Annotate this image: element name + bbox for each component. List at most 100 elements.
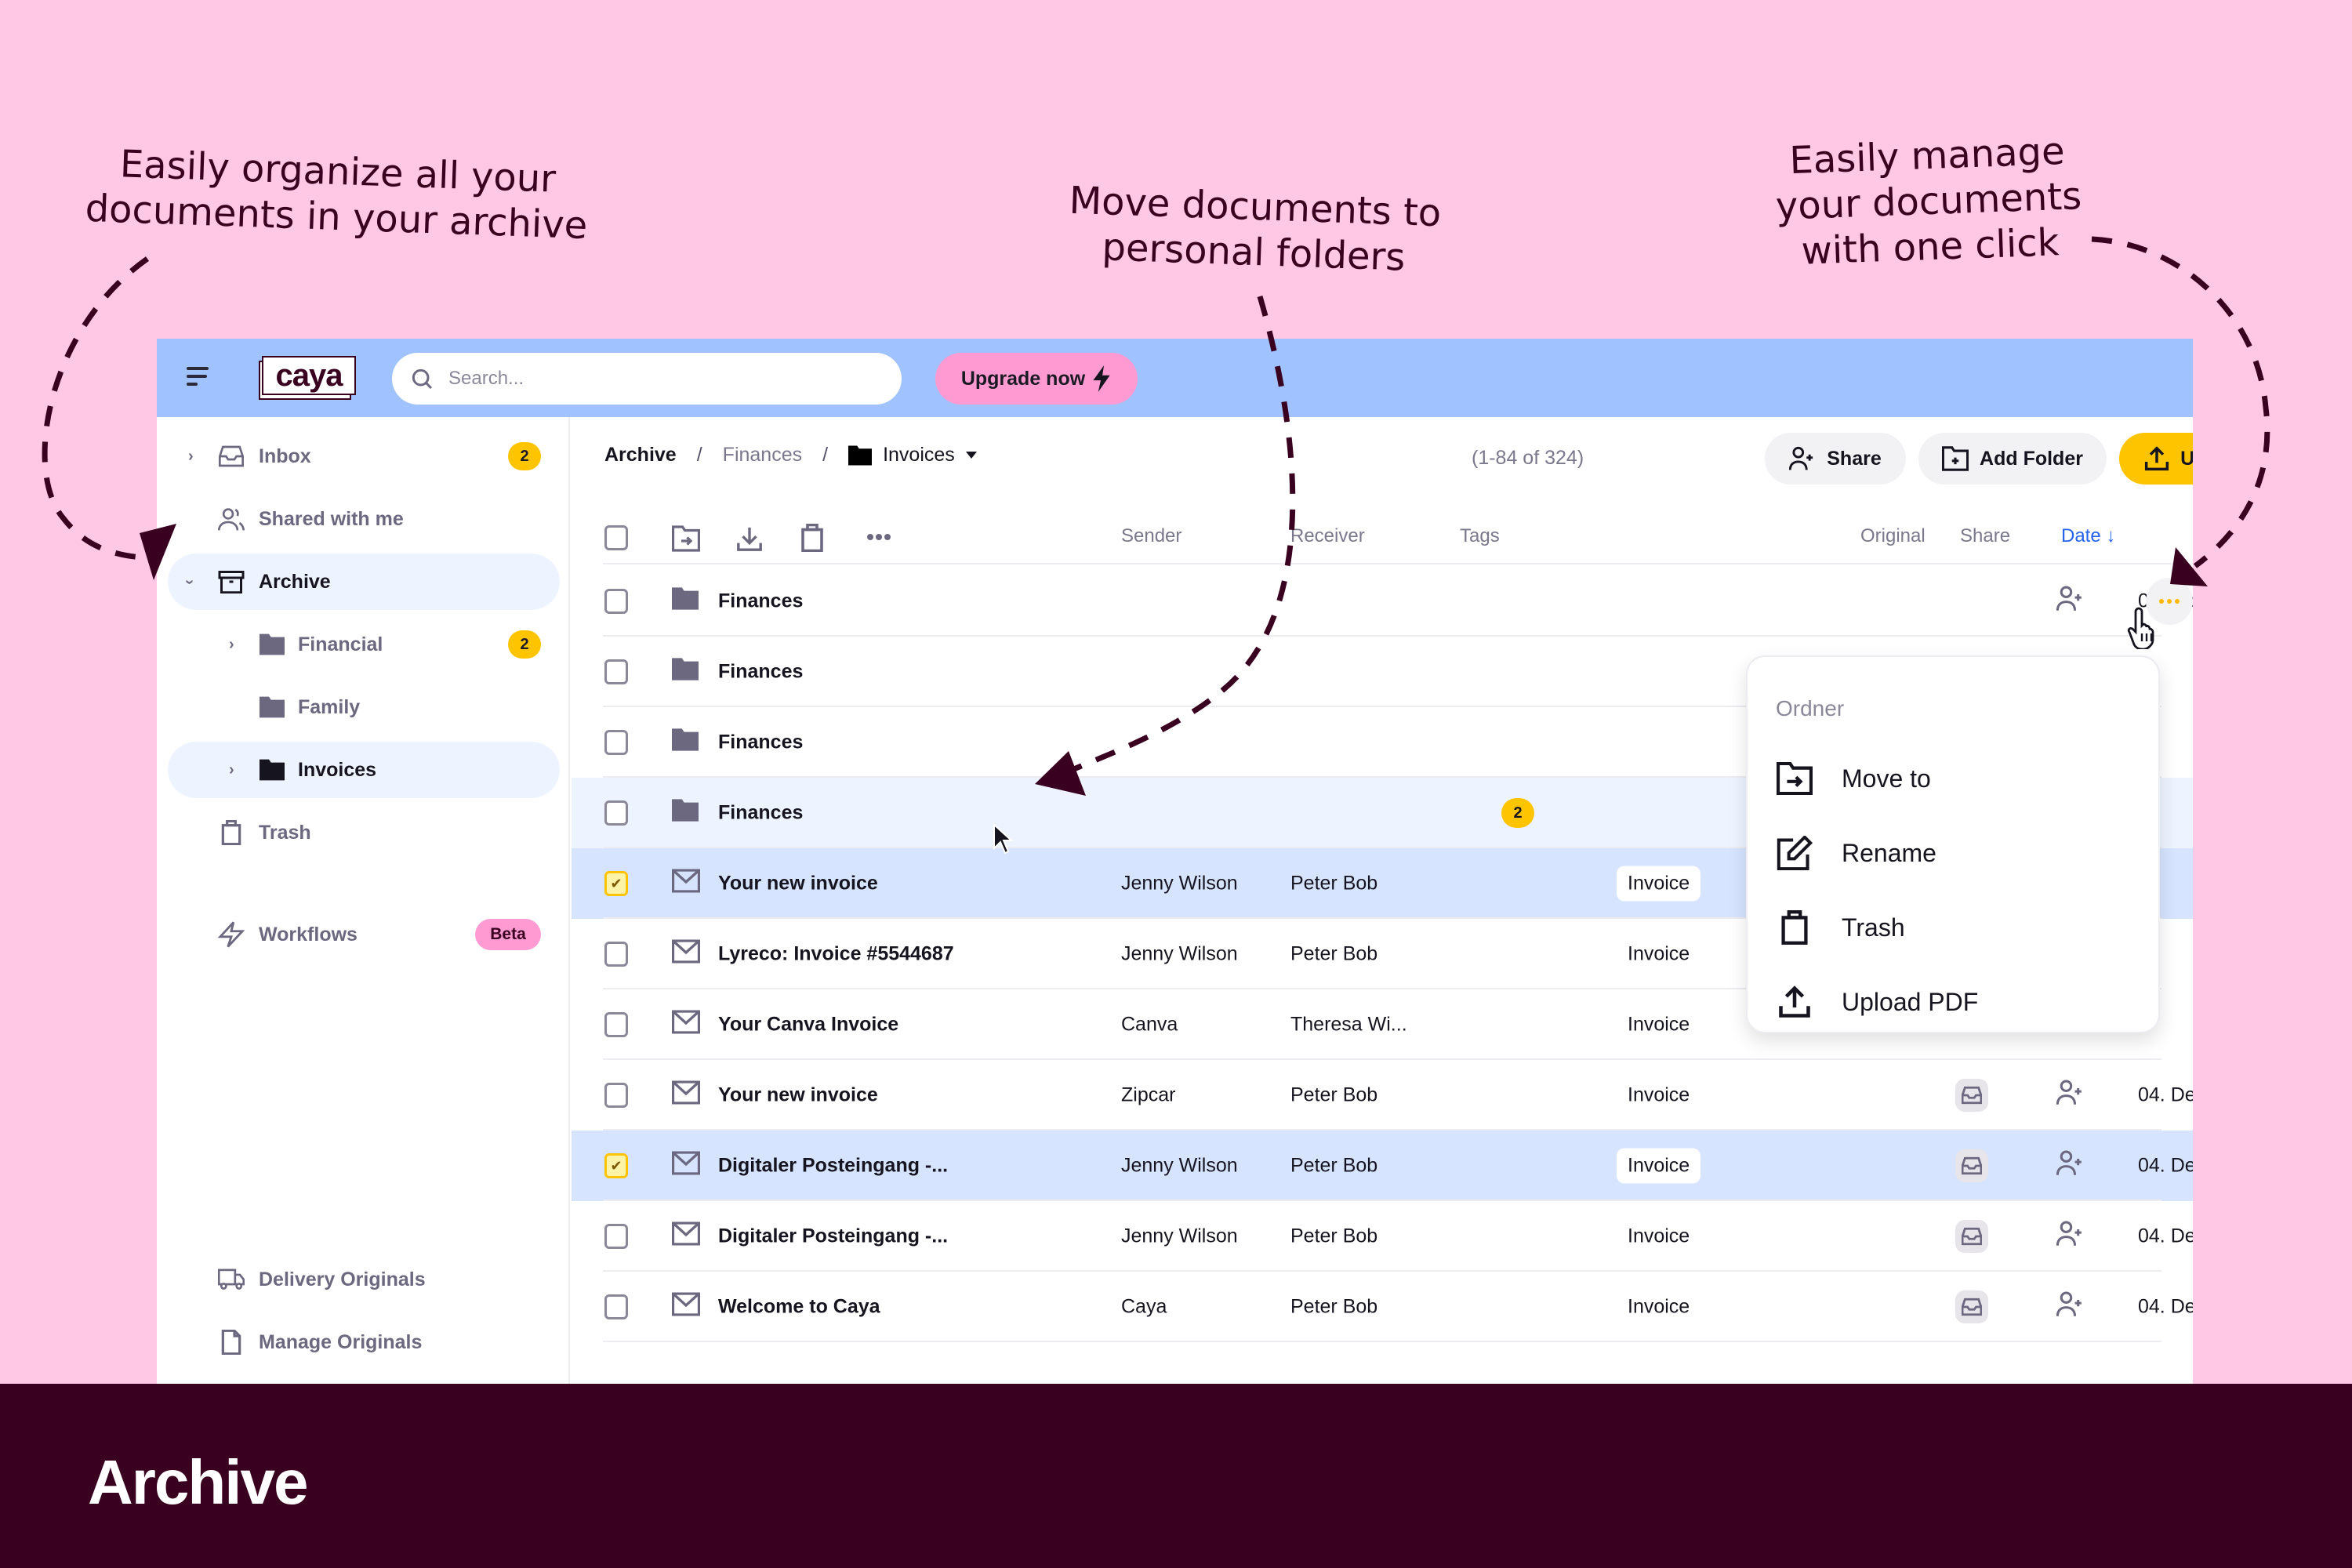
- more-options-icon[interactable]: [866, 533, 891, 541]
- sidebar-item-manage-originals[interactable]: Manage Originals: [168, 1314, 560, 1370]
- share-button[interactable]: Share: [1765, 433, 1906, 485]
- row-name[interactable]: Your new invoice: [718, 873, 878, 895]
- original-inbox-icon[interactable]: [1955, 1290, 1988, 1323]
- more-options-button[interactable]: [2146, 578, 2193, 625]
- row-receiver: Peter Bob: [1290, 942, 1378, 965]
- upgrade-now-button[interactable]: Upgrade now: [935, 353, 1138, 405]
- sidebar-label: Workflows: [259, 923, 358, 946]
- row-name[interactable]: Finances: [718, 661, 803, 684]
- row-name[interactable]: Finances: [718, 731, 803, 754]
- row-checkbox[interactable]: [604, 1294, 628, 1319]
- sidebar-item-delivery-originals[interactable]: Delivery Originals: [168, 1251, 560, 1308]
- document-row[interactable]: Welcome to Caya Caya Peter Bob Invoice 04. D…: [572, 1272, 2193, 1342]
- logo-text: caya: [262, 356, 356, 395]
- row-name[interactable]: Finances: [718, 590, 803, 613]
- share-user-icon[interactable]: [2056, 1150, 2085, 1182]
- menu-item-move-to[interactable]: Move to: [1748, 743, 2158, 814]
- row-date: 04. Dec 2022: [2138, 1083, 2193, 1106]
- trash-icon[interactable]: [800, 524, 824, 552]
- column-sender[interactable]: Sender: [1121, 525, 1181, 547]
- document-row[interactable]: Your new invoice Zipcar Peter Bob Invoice 04…: [572, 1060, 2193, 1131]
- row-sender: Jenny Wilson: [1121, 942, 1238, 965]
- caret-down-icon[interactable]: [965, 451, 977, 459]
- mail-icon: [671, 939, 701, 969]
- menu-item-label: Move to: [1842, 764, 1931, 793]
- top-bar: caya Upgrade now: [157, 339, 2193, 417]
- breadcrumb-finances[interactable]: Finances: [723, 444, 802, 466]
- row-sender: Zipcar: [1121, 1083, 1176, 1106]
- folder-row[interactable]: Finances04. Dec 2022: [572, 566, 2193, 637]
- row-checkbox[interactable]: ✔: [604, 871, 628, 896]
- row-tag[interactable]: Invoice: [1617, 1007, 1700, 1043]
- row-tag[interactable]: Invoice: [1617, 1148, 1701, 1184]
- row-name[interactable]: Your Canva Invoice: [718, 1014, 898, 1036]
- sidebar-item-workflows[interactable]: Workflows Beta: [168, 906, 560, 963]
- row-checkbox[interactable]: [604, 1083, 628, 1108]
- column-original[interactable]: Original: [1860, 525, 1926, 547]
- share-user-icon[interactable]: [2056, 1221, 2085, 1253]
- row-tag[interactable]: Invoice: [1617, 1219, 1700, 1254]
- move-to-folder-icon[interactable]: [672, 525, 700, 552]
- original-inbox-icon[interactable]: [1955, 1149, 1988, 1182]
- mail-icon: [671, 1010, 701, 1040]
- column-share[interactable]: Share: [1960, 525, 2010, 547]
- menu-item-label: Rename: [1842, 838, 1936, 867]
- row-checkbox[interactable]: [604, 1224, 628, 1249]
- sidebar-item-trash[interactable]: Trash: [168, 804, 560, 861]
- breadcrumb-archive[interactable]: Archive: [604, 444, 677, 466]
- sidebar-item-invoices[interactable]: › Invoices: [168, 742, 560, 798]
- row-name[interactable]: Lyreco: Invoice #5544687: [718, 943, 954, 966]
- sidebar-item-archive[interactable]: › Archive: [168, 554, 560, 610]
- row-name[interactable]: Digitaler Posteingang -...: [718, 1225, 948, 1248]
- row-name[interactable]: Welcome to Caya: [718, 1296, 880, 1319]
- breadcrumb-invoices[interactable]: Invoices: [848, 444, 977, 466]
- row-name[interactable]: Finances: [718, 802, 803, 825]
- chevron-down-icon[interactable]: ›: [180, 579, 198, 585]
- column-receiver[interactable]: Receiver: [1290, 525, 1365, 547]
- search-input[interactable]: [448, 368, 856, 390]
- share-user-icon[interactable]: [2056, 1080, 2085, 1112]
- user-add-icon: [1789, 446, 1813, 470]
- select-all-checkbox[interactable]: [604, 525, 628, 550]
- row-tag[interactable]: Invoice: [1617, 866, 1701, 902]
- row-checkbox[interactable]: [604, 800, 628, 826]
- row-checkbox[interactable]: [604, 730, 628, 755]
- menu-item-trash[interactable]: Trash: [1748, 892, 2158, 963]
- sidebar-item-shared-with-me[interactable]: Shared with me: [168, 491, 560, 547]
- chevron-right-icon[interactable]: ›: [229, 761, 234, 779]
- chevron-right-icon[interactable]: ›: [188, 448, 194, 466]
- row-checkbox[interactable]: ✔: [604, 1153, 628, 1178]
- sidebar-item-financial[interactable]: › Financial 2: [168, 616, 560, 673]
- menu-item-upload-pdf[interactable]: Upload PDF: [1748, 967, 2158, 1037]
- add-folder-button[interactable]: Add Folder: [1918, 433, 2107, 485]
- row-tag[interactable]: Invoice: [1617, 1078, 1700, 1113]
- row-name[interactable]: Digitaler Posteingang -...: [718, 1155, 948, 1178]
- sidebar-item-inbox[interactable]: › Inbox 2: [168, 428, 560, 485]
- column-date[interactable]: Date ↓: [2061, 525, 2115, 547]
- sidebar-item-family[interactable]: Family: [168, 679, 560, 735]
- row-name[interactable]: Your new invoice: [718, 1084, 878, 1107]
- document-row[interactable]: ✔ Digitaler Posteingang -... Jenny Wilson P…: [572, 1131, 2193, 1201]
- caya-logo[interactable]: caya: [259, 356, 357, 400]
- share-user-icon[interactable]: [2056, 1291, 2085, 1323]
- row-checkbox[interactable]: [604, 589, 628, 614]
- financial-count-badge: 2: [508, 630, 541, 659]
- column-tags[interactable]: Tags: [1460, 525, 1500, 547]
- menu-item-rename[interactable]: Rename: [1748, 818, 2158, 888]
- menu-icon[interactable]: [187, 367, 210, 389]
- original-inbox-icon[interactable]: [1955, 1220, 1988, 1253]
- row-tag[interactable]: Invoice: [1617, 937, 1700, 972]
- download-icon[interactable]: [736, 525, 763, 552]
- upgrade-label: Upgrade now: [960, 367, 1086, 390]
- search-bar[interactable]: [392, 353, 902, 405]
- document-row[interactable]: Digitaler Posteingang -... Jenny Wilson Pe…: [572, 1201, 2193, 1272]
- row-tag[interactable]: Invoice: [1617, 1290, 1700, 1325]
- row-receiver: Peter Bob: [1290, 1225, 1378, 1247]
- original-inbox-icon[interactable]: [1955, 1079, 1988, 1112]
- row-checkbox[interactable]: [604, 659, 628, 684]
- upload-pdf-button[interactable]: Upload PDF: [2119, 433, 2193, 485]
- row-checkbox[interactable]: [604, 1012, 628, 1037]
- share-user-icon[interactable]: [2056, 586, 2085, 618]
- chevron-right-icon[interactable]: ›: [229, 636, 234, 654]
- row-checkbox[interactable]: [604, 942, 628, 967]
